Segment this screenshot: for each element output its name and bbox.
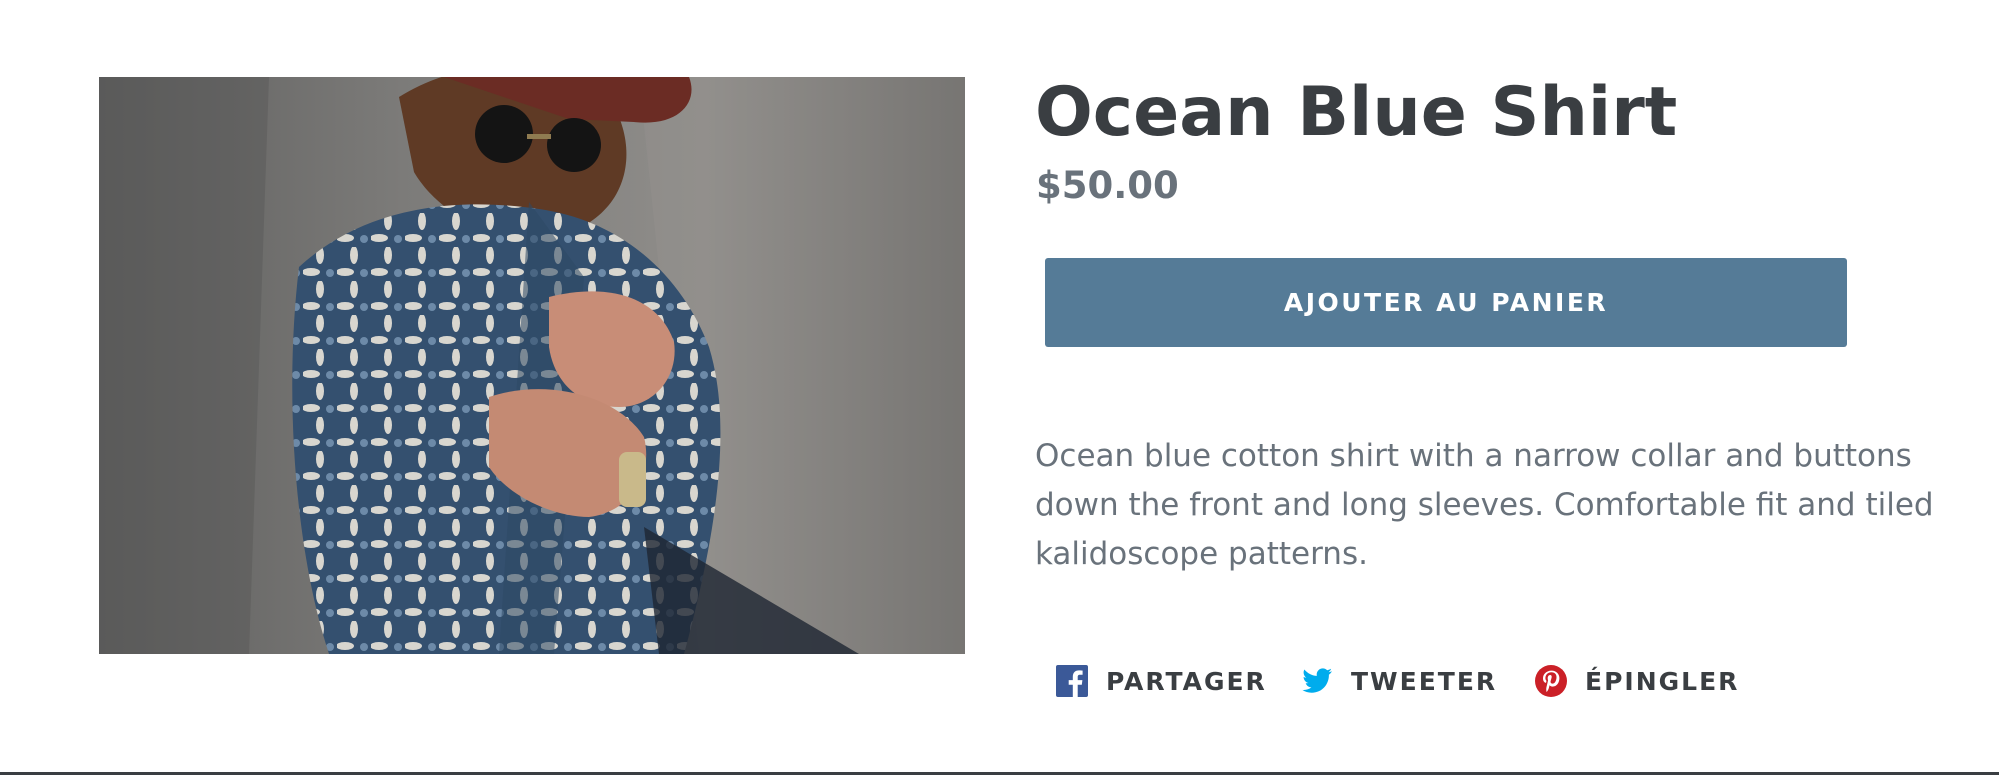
share-facebook-label: PARTAGER — [1106, 666, 1267, 696]
share-twitter-link[interactable]: TWEETER — [1301, 656, 1497, 706]
share-pinterest-label: ÉPINGLER — [1585, 666, 1740, 696]
twitter-icon — [1302, 668, 1332, 693]
share-pinterest-link[interactable]: ÉPINGLER — [1535, 656, 1739, 706]
add-to-cart-button[interactable]: AJOUTER AU PANIER — [1045, 258, 1847, 347]
product-description: Ocean blue cotton shirt with a narrow co… — [1035, 438, 1934, 572]
product-photo — [99, 77, 965, 654]
share-facebook-link[interactable]: PARTAGER — [1056, 656, 1267, 706]
product-image[interactable] — [99, 77, 965, 654]
product-price: $50.00 — [1036, 164, 1179, 207]
product-title: Ocean Blue Shirt — [1035, 73, 1678, 152]
facebook-icon — [1056, 665, 1088, 697]
share-twitter-label: TWEETER — [1351, 666, 1498, 696]
pinterest-icon — [1535, 665, 1567, 697]
